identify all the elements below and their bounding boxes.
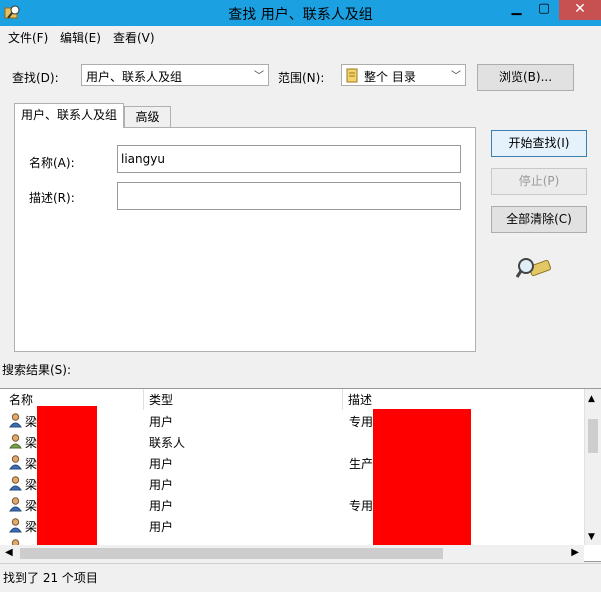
row-description: 专用 [349, 415, 374, 429]
browse-button[interactable]: 浏览(B)... [477, 64, 574, 91]
row-type: 用户 [149, 415, 174, 429]
tab-advanced[interactable]: 高级 [124, 106, 171, 127]
row-name: 梁 [25, 457, 38, 471]
description-label: 描述(R): [29, 191, 75, 205]
horizontal-scroll-thumb[interactable] [20, 548, 443, 559]
search-magnifier-icon [516, 258, 552, 278]
row-type: 用户 [149, 520, 174, 534]
user-icon [9, 455, 22, 470]
results-list[interactable]: 名称 类型 描述 梁 用户 专用 梁 联系人 梁 用户 生产 梁 用户 梁 用户… [0, 388, 601, 562]
chevron-down-icon: ﹀ [451, 71, 461, 82]
scope-value: 整个 目录 [364, 70, 416, 84]
user-icon [9, 497, 22, 512]
close-button[interactable]: ✕ [559, 0, 601, 20]
scroll-down-icon[interactable]: ▼ [588, 532, 595, 542]
name-label: 名称(A): [29, 156, 75, 170]
stop-button[interactable]: 停止(P) [491, 168, 587, 195]
scope-label: 范围(N): [278, 71, 325, 85]
row-name: 梁 [25, 499, 38, 513]
redaction-name [37, 406, 97, 546]
tab-users-contacts-groups[interactable]: 用户、联系人及组 [14, 103, 124, 128]
find-value: 用户、联系人及组 [86, 70, 183, 84]
row-type: 用户 [149, 457, 174, 471]
scroll-left-icon[interactable]: ◀ [5, 547, 13, 558]
user-icon [9, 413, 22, 428]
menu-view[interactable]: 查看(V) [113, 29, 155, 46]
start-search-button[interactable]: 开始查找(I) [491, 130, 587, 157]
results-label: 搜索结果(S): [2, 363, 72, 377]
clear-all-button[interactable]: 全部清除(C) [491, 206, 587, 233]
row-type: 联系人 [149, 436, 186, 450]
column-header-type-label: 类型 [149, 393, 174, 407]
scroll-up-icon[interactable]: ▲ [588, 394, 595, 404]
app-icon [4, 5, 20, 19]
scope-dropdown[interactable]: 整个 目录 ﹀ [341, 64, 466, 86]
row-name: 梁 [25, 520, 38, 534]
name-input[interactable]: liangyu [117, 145, 461, 173]
user-icon [9, 476, 22, 491]
menu-edit[interactable]: 编辑(E) [60, 29, 101, 46]
status-bar: 找到了 21 个项目 [0, 563, 601, 592]
find-label: 查找(D): [12, 71, 59, 85]
find-dropdown[interactable]: 用户、联系人及组 ﹀ [81, 64, 269, 86]
search-criteria-panel: 名称(A): liangyu 描述(R): [14, 127, 476, 352]
column-header-description[interactable]: 描述 [342, 389, 584, 410]
row-name: 梁 [25, 436, 38, 450]
vertical-scroll-thumb[interactable] [588, 419, 598, 453]
row-description: 生产 [349, 457, 374, 471]
user-icon [9, 518, 22, 533]
menu-bar: 文件(F) 编辑(E) 查看(V) [0, 26, 601, 46]
column-header-type[interactable]: 类型 [143, 389, 343, 410]
redaction-description [373, 409, 471, 551]
name-input-value: liangyu [121, 152, 165, 166]
row-name: 梁 [25, 478, 38, 492]
horizontal-scrollbar[interactable]: ◀ ▶ [0, 545, 584, 562]
directory-icon [346, 68, 358, 83]
column-header-description-label: 描述 [348, 393, 373, 407]
row-type: 用户 [149, 478, 174, 492]
menu-file[interactable]: 文件(F) [8, 29, 48, 46]
chevron-down-icon: ﹀ [254, 71, 264, 82]
scroll-right-icon[interactable]: ▶ [571, 547, 579, 558]
vertical-scrollbar[interactable]: ▲ ▼ [584, 389, 601, 545]
minimize-button[interactable]: ▁ [503, 0, 530, 20]
description-input[interactable] [117, 182, 461, 210]
status-text: 找到了 21 个项目 [3, 571, 98, 585]
row-name: 梁 [25, 415, 38, 429]
column-header-name-label: 名称 [9, 393, 34, 407]
maximize-button[interactable]: ▢ [530, 0, 558, 20]
row-type: 用户 [149, 499, 174, 513]
row-description: 专用 [349, 499, 374, 513]
contact-icon [9, 434, 22, 449]
